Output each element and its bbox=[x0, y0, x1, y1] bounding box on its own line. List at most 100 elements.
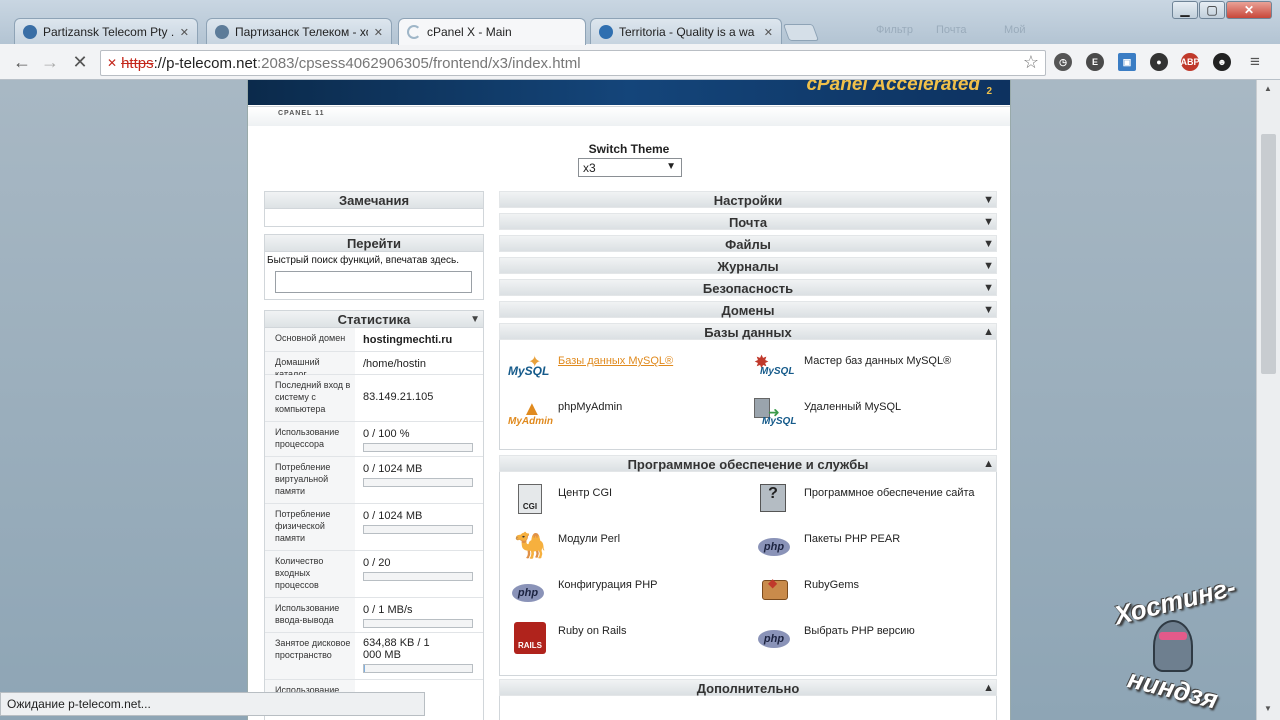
section-software-header[interactable]: Программное обеспечение и службы ▲ bbox=[499, 455, 997, 472]
chrome-menu-button[interactable]: ≡ bbox=[1243, 50, 1267, 74]
mysql-icon: MySQL ✦ bbox=[508, 354, 550, 378]
clock-icon[interactable]: ◷ bbox=[1054, 53, 1072, 71]
mysql-wizard-link[interactable]: ✸ MySQL Мастер баз данных MySQL® bbox=[752, 352, 951, 384]
tab-cpanel-main[interactable]: cPanel X - Main bbox=[398, 18, 586, 45]
remote-mysql-icon: ➜ MySQL bbox=[752, 398, 796, 430]
item-label: Программное обеспечение сайта bbox=[804, 487, 975, 499]
tab-title: Territoria - Quality is a wa bbox=[619, 25, 755, 39]
goto-box: Перейти Быстрый поиск функций, впечатав … bbox=[264, 234, 484, 300]
php-config-link[interactable]: php Конфигурация PHP bbox=[506, 576, 658, 608]
theme-select[interactable]: x3 ▼ bbox=[578, 158, 682, 177]
back-button[interactable]: ← bbox=[10, 50, 34, 74]
section-files[interactable]: Файлы ▼ bbox=[499, 235, 997, 252]
triangle-down-icon: ▼ bbox=[983, 304, 994, 316]
rubygems-link[interactable]: ◆ RubyGems bbox=[752, 576, 859, 608]
section-domains[interactable]: Домены ▼ bbox=[499, 301, 997, 318]
tab-partizansk-telecom-ru[interactable]: Партизанск Телеком - хо ✕ bbox=[206, 18, 392, 45]
stat-row-main-domain: Основной домен hostingmechti.ru bbox=[265, 328, 483, 352]
section-advanced-header[interactable]: Дополнительно ▲ bbox=[499, 679, 997, 696]
tab-territoria[interactable]: Territoria - Quality is a wa ✕ bbox=[590, 18, 782, 45]
site-software-link[interactable]: ? Программное обеспечение сайта bbox=[752, 484, 975, 516]
scroll-up-icon[interactable]: ▲ bbox=[1264, 84, 1272, 93]
section-title: Программное обеспечение и службы bbox=[627, 457, 869, 472]
cpanel-brand-logo: cPanel Accelerated bbox=[806, 80, 980, 95]
section-mail[interactable]: Почта ▼ bbox=[499, 213, 997, 230]
stop-button[interactable]: ✕ bbox=[68, 50, 92, 74]
section-software-body: CGI Центр CGI ? Программное обеспечение … bbox=[499, 472, 997, 676]
perl-modules-link[interactable]: 🐪 Модули Perl bbox=[506, 530, 620, 562]
mysql-databases-link[interactable]: MySQL ✦ Базы данных MySQL® bbox=[506, 352, 673, 384]
close-icon: ✕ bbox=[1243, 3, 1255, 17]
bookmark-star-icon[interactable]: ☆ bbox=[1023, 52, 1039, 73]
scrollbar-thumb[interactable] bbox=[1261, 134, 1276, 374]
section-security[interactable]: Безопасность ▼ bbox=[499, 279, 997, 296]
goto-title: Перейти bbox=[265, 235, 483, 252]
stat-value: 634,88 KB / 1 000 MB bbox=[363, 637, 430, 661]
stat-value-wrap: 0 / 100 % bbox=[355, 422, 483, 456]
section-title: Журналы bbox=[717, 259, 779, 274]
stat-row-home-dir: Домашний каталог /home/hostin bbox=[265, 352, 483, 379]
triangle-up-icon: ▲ bbox=[983, 682, 994, 694]
section-software: Программное обеспечение и службы ▲ CGI Це… bbox=[499, 455, 997, 676]
php-config-icon: php bbox=[506, 576, 550, 608]
section-settings[interactable]: Настройки ▼ bbox=[499, 191, 997, 208]
remote-mysql-link[interactable]: ➜ MySQL Удаленный MySQL bbox=[752, 398, 901, 430]
php-pear-link[interactable]: php Пакеты PHP PEAR bbox=[752, 530, 900, 562]
section-databases: Базы данных ▲ MySQL ✦ Базы данных MySQL® ✸… bbox=[499, 323, 997, 450]
notes-box: Замечания bbox=[264, 191, 484, 227]
close-icon[interactable]: ✕ bbox=[374, 26, 383, 39]
php-version-link[interactable]: php Выбрать PHP версию bbox=[752, 622, 915, 654]
site-favicon-icon bbox=[215, 25, 229, 39]
address-bar[interactable]: ✕ https ://p-telecom.net :2083/cpsess406… bbox=[100, 50, 1046, 76]
stats-title-text: Статистика bbox=[337, 312, 411, 327]
stat-value-wrap: 0 / 1024 MB bbox=[355, 504, 483, 550]
minimize-button[interactable]: ▁ bbox=[1172, 1, 1198, 19]
stat-value: 0 / 1024 MB bbox=[363, 463, 423, 475]
lastpass-icon[interactable]: ● bbox=[1150, 53, 1168, 71]
maximize-icon: ▢ bbox=[1206, 3, 1218, 17]
new-tab-button[interactable] bbox=[782, 24, 820, 41]
arrow-left-icon: ← bbox=[13, 51, 31, 72]
stat-value-wrap: 634,88 KB / 1 000 MB bbox=[355, 633, 483, 679]
folder-icon[interactable]: ▣ bbox=[1118, 53, 1136, 71]
triangle-down-icon: ▼ bbox=[983, 238, 994, 250]
section-databases-header[interactable]: Базы данных ▲ bbox=[499, 323, 997, 340]
stat-value-wrap: 0 / 1024 MB bbox=[355, 457, 483, 503]
section-title: Безопасность bbox=[702, 281, 794, 296]
cpanel-brand-sub: 2 bbox=[986, 86, 992, 97]
quick-search-input[interactable] bbox=[275, 271, 472, 293]
item-label: Модули Perl bbox=[558, 533, 621, 545]
cgi-center-link[interactable]: CGI Центр CGI bbox=[506, 484, 612, 516]
ruby-on-rails-link[interactable]: RAILS Ruby on Rails bbox=[506, 622, 626, 654]
evernote-icon[interactable]: E bbox=[1086, 53, 1104, 71]
section-advanced: Дополнительно ▲ bbox=[499, 679, 997, 720]
globe-icon bbox=[23, 25, 37, 39]
triangle-down-icon: ▼ bbox=[983, 216, 994, 228]
tab-title: cPanel X - Main bbox=[427, 25, 512, 39]
page-scrollbar[interactable]: ▲ ▼ bbox=[1256, 80, 1280, 720]
close-icon[interactable]: ✕ bbox=[764, 26, 773, 39]
scroll-down-icon[interactable]: ▼ bbox=[1264, 704, 1272, 713]
loading-spinner-icon bbox=[407, 25, 421, 39]
notes-title: Замечания bbox=[265, 192, 483, 209]
adblock-icon[interactable]: ABP bbox=[1181, 53, 1200, 71]
section-logs[interactable]: Журналы ▼ bbox=[499, 257, 997, 274]
section-databases-body: MySQL ✦ Базы данных MySQL® ✸ MySQL Мастер … bbox=[499, 340, 997, 450]
usage-bar bbox=[363, 664, 473, 673]
triangle-down-icon[interactable]: ▼ bbox=[470, 311, 480, 328]
stat-key: Количество входных процессов bbox=[265, 551, 355, 597]
item-label: Ruby on Rails bbox=[558, 625, 627, 637]
stat-value: 83.149.21.105 bbox=[363, 391, 434, 403]
tab-partizansk-telecom[interactable]: Partizansk Telecom Pty .Lt ✕ bbox=[14, 18, 198, 45]
phpmyadmin-link[interactable]: ▲ MyAdmin phpMyAdmin bbox=[506, 398, 622, 430]
stat-key: Использование ввода-вывода bbox=[265, 598, 355, 632]
close-icon[interactable]: ✕ bbox=[180, 26, 189, 39]
ghost-icon[interactable]: ☻ bbox=[1213, 53, 1231, 71]
maximize-button[interactable]: ▢ bbox=[1199, 1, 1225, 19]
stat-key: Использование процессора bbox=[265, 422, 355, 456]
forward-button[interactable]: → bbox=[38, 50, 62, 74]
item-label: Базы данных MySQL® bbox=[558, 355, 674, 367]
cgi-icon: CGI bbox=[506, 484, 550, 516]
stat-key: Домашний каталог bbox=[265, 352, 355, 379]
close-window-button[interactable]: ✕ bbox=[1226, 1, 1272, 19]
